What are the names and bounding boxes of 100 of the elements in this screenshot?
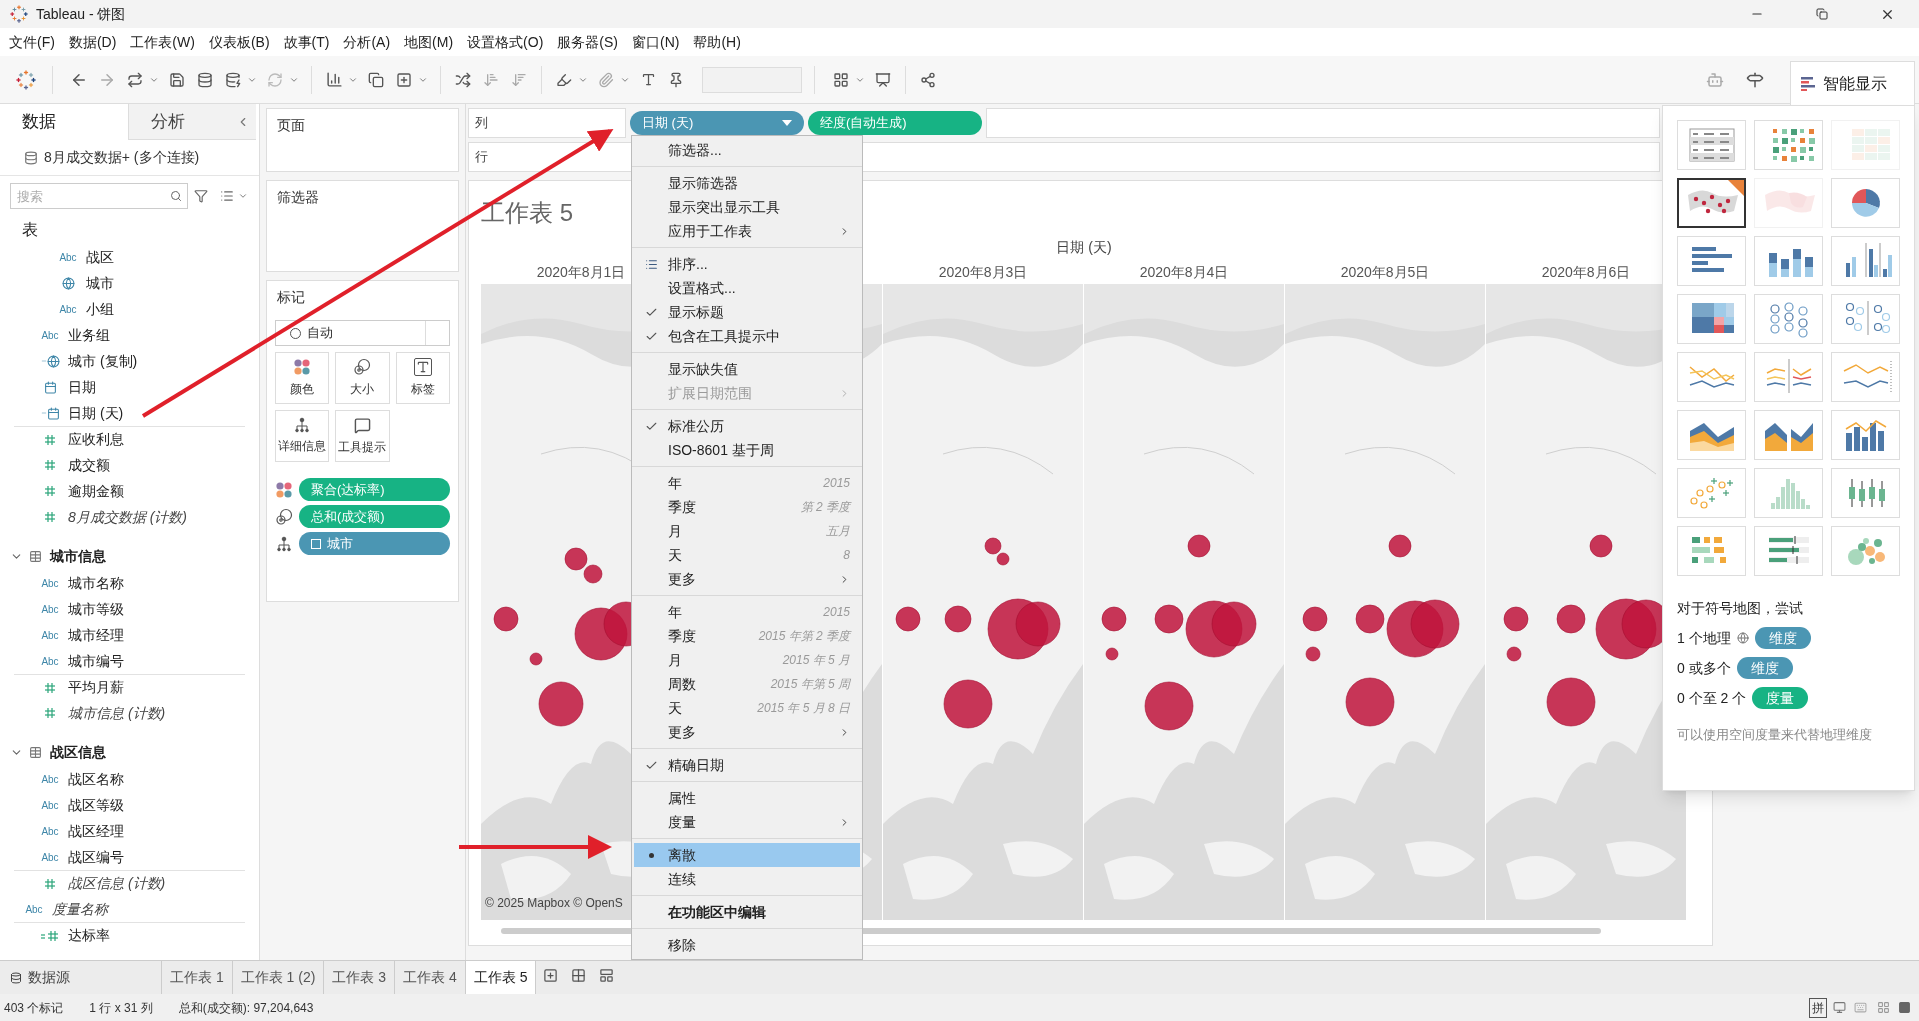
- search-field[interactable]: 搜索: [10, 183, 188, 209]
- input-method-indicator[interactable]: 拼: [1809, 997, 1827, 1018]
- menu-option[interactable]: 移除: [634, 933, 860, 957]
- menu-option[interactable]: 月 五月: [634, 519, 860, 543]
- data-source-name[interactable]: 8月成交数据+ (多个连接): [44, 147, 200, 168]
- menu-item[interactable]: 分析(A): [336, 31, 398, 53]
- hint-note: 可以使用空间度量来代替地理维度: [1677, 726, 1873, 744]
- text-type-icon: Abc: [41, 627, 59, 643]
- menu-option[interactable]: 周数 2015 年第 5 周: [634, 672, 860, 696]
- restore-icon[interactable]: [1816, 8, 1828, 20]
- menu-item[interactable]: 帮助(H): [686, 31, 748, 53]
- menu-option[interactable]: 季度 第 2 季度: [634, 495, 860, 519]
- menu-option[interactable]: 更多: [634, 567, 860, 591]
- menu-item[interactable]: 地图(M): [397, 31, 461, 53]
- field-name[interactable]: 城市编号: [68, 650, 124, 672]
- menu-option[interactable]: 设置格式...: [634, 276, 860, 300]
- keyboard-icon[interactable]: [1854, 1001, 1867, 1014]
- field-name[interactable]: 城市经理: [68, 624, 124, 646]
- data-source-tab[interactable]: 数据源: [28, 967, 70, 988]
- field-name[interactable]: 战区名称: [68, 768, 124, 790]
- section-heading[interactable]: 表: [22, 218, 38, 242]
- chart-type-button[interactable]: [1677, 178, 1746, 228]
- menu-item[interactable]: 工作表(W): [123, 31, 202, 53]
- mark-type-dropdown[interactable]: 自动: [275, 320, 450, 346]
- menu-option[interactable]: 排序...: [634, 252, 860, 276]
- menu-option[interactable]: ISO-8601 基于周: [634, 438, 860, 462]
- field-name[interactable]: 逾期金额: [68, 480, 124, 502]
- table-name[interactable]: 战区信息: [50, 741, 106, 763]
- mark-property-button[interactable]: 详细信息: [275, 410, 330, 462]
- map-attribution: © 2025 Mapbox © OpenS: [485, 895, 623, 912]
- calculated-calendar-icon: [40, 406, 60, 420]
- field-name[interactable]: 8月成交数据 (计数): [68, 506, 187, 528]
- menu-item[interactable]: 设置格式(O): [460, 31, 551, 53]
- field-name[interactable]: 业务组: [68, 324, 110, 346]
- menu-option[interactable]: 包含在工具提示中: [634, 324, 860, 348]
- sort-icon: [644, 257, 658, 271]
- mark-property-button[interactable]: 大小: [335, 352, 390, 404]
- field-name[interactable]: 城市: [86, 272, 114, 294]
- field-name[interactable]: 达标率: [68, 925, 110, 946]
- mark-property-button[interactable]: 颜色: [275, 352, 330, 404]
- field-name[interactable]: 成交额: [68, 454, 110, 476]
- menu-option[interactable]: 天 8: [634, 543, 860, 567]
- menu-option[interactable]: 年 2015: [634, 600, 860, 624]
- field-pill: 维度: [1754, 627, 1811, 649]
- menu-item[interactable]: 服务器(S): [550, 31, 625, 53]
- grid-view-icon[interactable]: [1877, 1001, 1890, 1014]
- pane-tab[interactable]: 分析: [128, 104, 256, 140]
- menu-option[interactable]: 季度 2015 年第 2 季度: [634, 624, 860, 648]
- field-name[interactable]: 战区: [86, 246, 114, 268]
- field-name[interactable]: 战区等级: [68, 794, 124, 816]
- field-name[interactable]: 战区编号: [68, 846, 124, 868]
- field-name[interactable]: 战区信息 (计数): [68, 873, 166, 894]
- display-icon[interactable]: [1833, 1001, 1846, 1014]
- menu-option[interactable]: 年 2015: [634, 471, 860, 495]
- menu-option[interactable]: 应用于工作表: [634, 219, 860, 243]
- menu-option[interactable]: 显示突出显示工具: [634, 195, 860, 219]
- menu-item[interactable]: 仪表板(B): [201, 31, 277, 53]
- menu-option[interactable]: 属性: [634, 786, 860, 810]
- field-name[interactable]: 应收利息: [68, 429, 124, 450]
- table-icon: [29, 745, 42, 759]
- field-name[interactable]: 小组: [86, 298, 114, 320]
- text-type-icon: Abc: [41, 653, 59, 669]
- menu-option[interactable]: 标准公历: [634, 414, 860, 438]
- menu-item[interactable]: 故事(T): [276, 31, 337, 53]
- menu-option[interactable]: 精确日期: [634, 753, 860, 777]
- menu-option[interactable]: 显示缺失值: [634, 357, 860, 381]
- show-me-tab[interactable]: 智能显示: [1790, 61, 1915, 105]
- menu-option[interactable]: 连续: [634, 867, 860, 891]
- filter-icon[interactable]: [194, 189, 208, 203]
- menu-option[interactable]: 更多: [634, 720, 860, 744]
- sheet-tab[interactable]: 工作表 5: [465, 961, 537, 994]
- menu-option[interactable]: 天 2015 年 5 月 8 日: [634, 696, 860, 720]
- menu-option[interactable]: 在功能区中编辑: [634, 900, 860, 924]
- field-name[interactable]: 度量名称: [52, 898, 108, 920]
- search-icon[interactable]: [170, 190, 182, 202]
- text-type-icon: Abc: [25, 901, 43, 917]
- field-name[interactable]: 城市名称: [68, 572, 124, 594]
- dropdown-caret-icon[interactable]: [238, 191, 248, 201]
- mark-property-button[interactable]: 标签: [395, 352, 450, 404]
- menu-item[interactable]: 窗口(N): [625, 31, 687, 53]
- menu-option[interactable]: 离散: [634, 843, 860, 867]
- field-name[interactable]: 城市信息 (计数): [68, 702, 166, 724]
- square-view-icon[interactable]: [1898, 1001, 1911, 1014]
- list-view-icon[interactable]: [220, 189, 234, 203]
- field-name[interactable]: 日期: [68, 376, 96, 398]
- show-me-icon: [1801, 76, 1817, 91]
- menu-option[interactable]: 月 2015 年 5 月: [634, 648, 860, 672]
- field-name[interactable]: 日期 (天): [68, 402, 124, 424]
- field-name[interactable]: 平均月薪: [68, 677, 124, 698]
- menu-item[interactable]: 文件(F): [2, 31, 62, 53]
- calendar-icon: [43, 380, 57, 394]
- menu-option[interactable]: 显示标题: [634, 300, 860, 324]
- field-name[interactable]: 城市 (复制): [68, 350, 138, 372]
- menu-option[interactable]: 度量: [634, 810, 860, 834]
- table-name[interactable]: 城市信息: [50, 545, 106, 567]
- menu-item[interactable]: 数据(D): [61, 31, 124, 53]
- field-name[interactable]: 战区经理: [68, 820, 124, 842]
- mark-property-button[interactable]: 工具提示: [335, 410, 390, 462]
- field-name[interactable]: 城市等级: [68, 598, 124, 620]
- menu-option[interactable]: 显示筛选器: [634, 171, 860, 195]
